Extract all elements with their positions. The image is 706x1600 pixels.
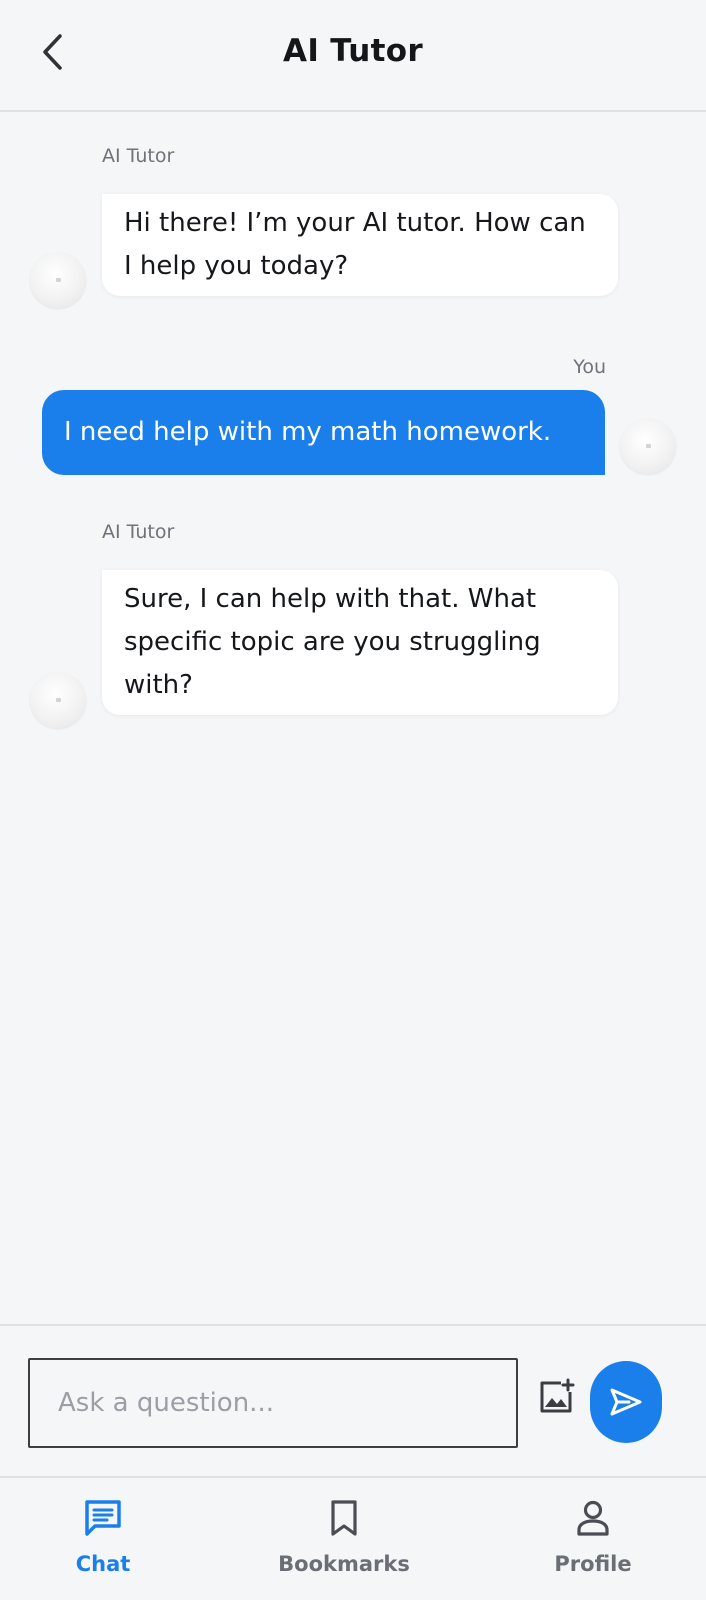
add-image-icon [540,1378,575,1413]
bot-message-bubble: Hi there! I’m your AI tutor. How can I h… [102,194,618,296]
profile-icon [577,1500,609,1536]
user-message-bubble: I need help with my math homework. [42,390,605,475]
sender-label: AI Tutor [102,521,175,543]
ai-tutor-avatar [30,672,86,728]
bottom-navigation: Chat Bookmarks Profile [0,1476,706,1600]
page-title: AI Tutor [283,33,423,69]
bot-message-bubble: Sure, I can help with that. What specifi… [102,570,618,715]
add-image-button[interactable] [535,1376,577,1418]
bookmark-icon [331,1500,357,1536]
app: AI Tutor AI Tutor Hi there! I’m your AI … [0,0,706,1600]
ai-tutor-avatar [30,252,86,308]
user-avatar [620,418,676,474]
chat-icon [85,1500,121,1536]
send-icon [610,1388,642,1416]
nav-label-chat: Chat [75,1552,131,1576]
sender-label: You [573,356,606,378]
composer-bar [0,1324,706,1476]
nav-item-chat[interactable]: Chat [13,1478,193,1600]
sender-label: AI Tutor [102,145,175,167]
nav-item-profile[interactable]: Profile [503,1478,683,1600]
send-button[interactable] [590,1361,662,1443]
nav-label-profile: Profile [554,1552,632,1576]
nav-label-bookmarks: Bookmarks [278,1552,410,1576]
nav-item-bookmarks[interactable]: Bookmarks [254,1478,434,1600]
header-bar: AI Tutor [0,0,706,112]
question-input[interactable] [28,1358,518,1448]
